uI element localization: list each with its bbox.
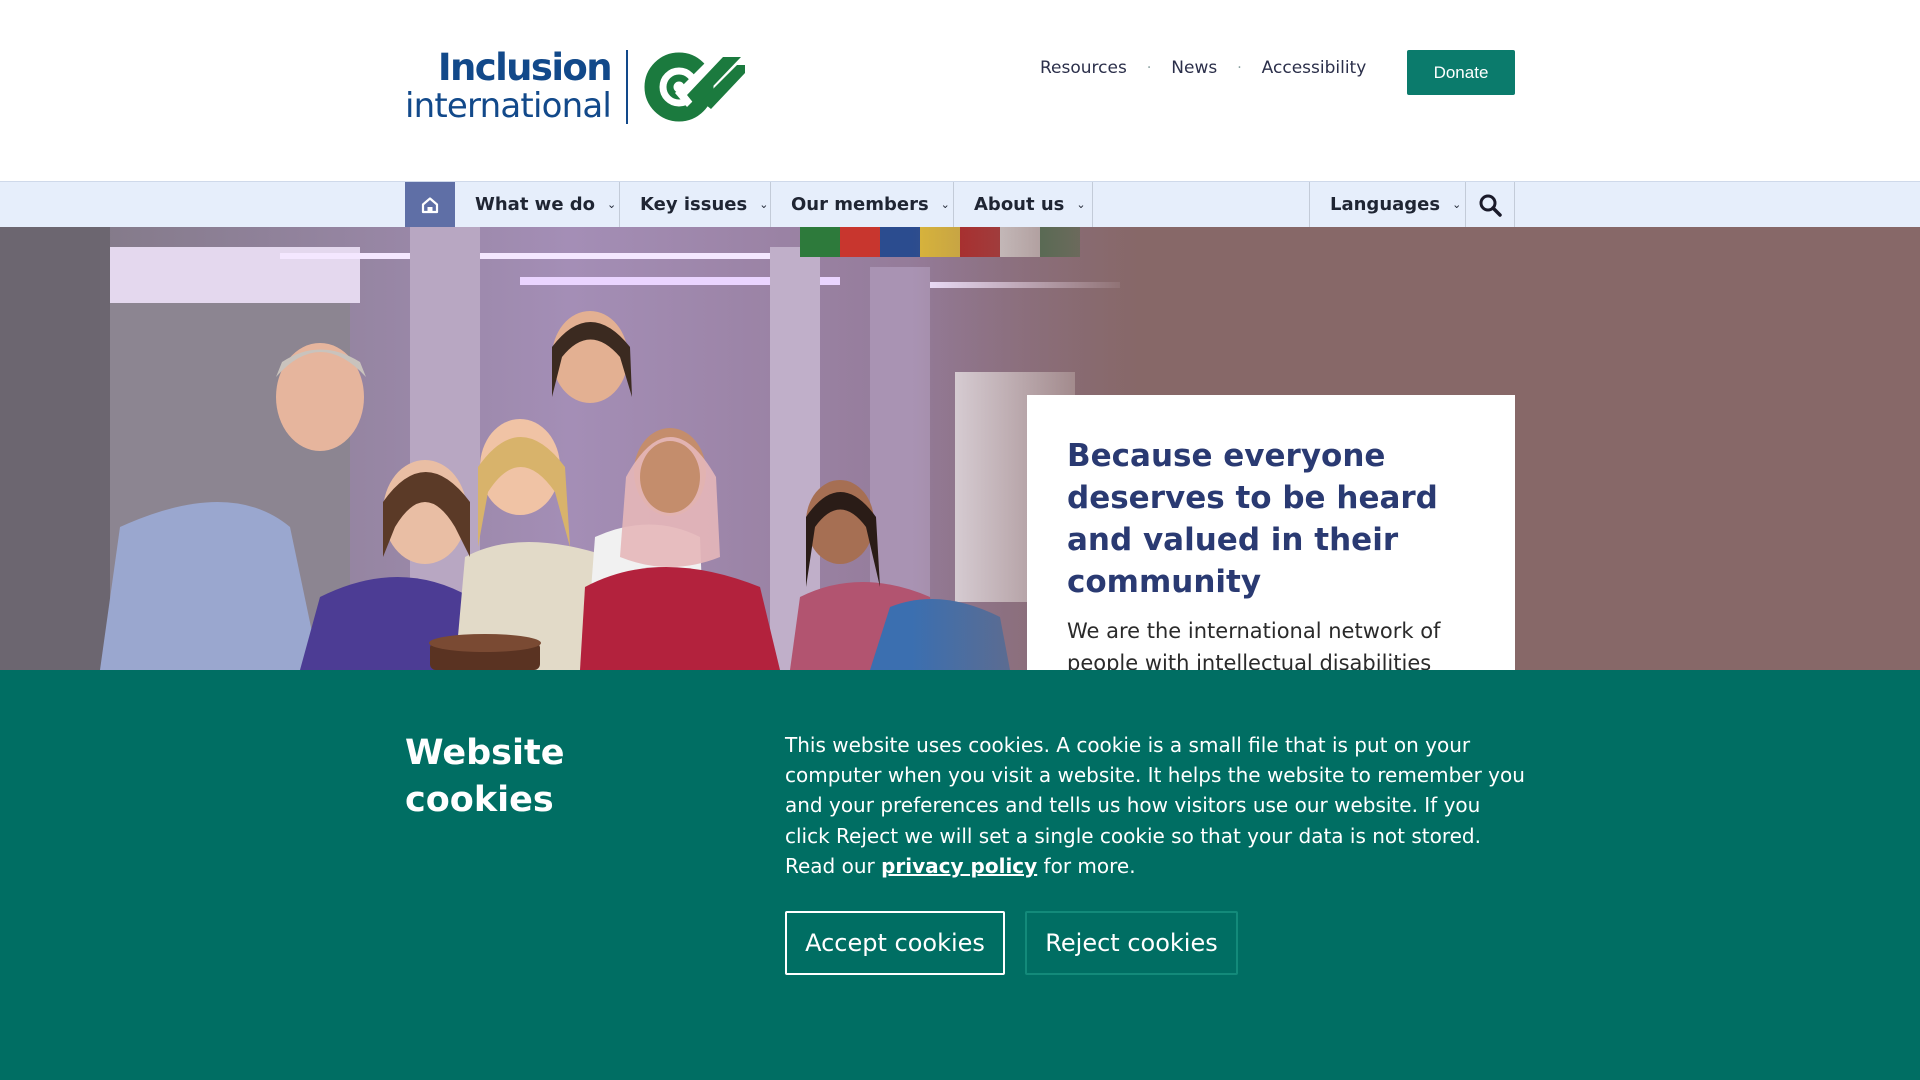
- languages-label: Languages: [1330, 194, 1441, 215]
- main-nav: What we do ⌄ Key issues ⌄ Our members ⌄ …: [0, 181, 1920, 227]
- chevron-down-icon: ⌄: [940, 198, 950, 211]
- chevron-down-icon: ⌄: [1076, 198, 1086, 211]
- nav-item-key-issues[interactable]: Key issues ⌄: [620, 182, 771, 227]
- accept-cookies-button[interactable]: Accept cookies: [785, 911, 1005, 975]
- logo-wordmark-line2: international: [405, 86, 612, 126]
- hero-photo-illustration: [0, 227, 1140, 670]
- reject-cookies-button[interactable]: Reject cookies: [1025, 911, 1238, 975]
- cookie-banner-title: Website cookies: [405, 733, 565, 820]
- chevron-down-icon: ⌄: [607, 198, 617, 211]
- hero-intro-text: We are the international network of peop…: [1067, 619, 1441, 670]
- nav-item-our-members[interactable]: Our members ⌄: [771, 182, 954, 227]
- hero-heading: Because everyone deserves to be heard an…: [1067, 438, 1438, 600]
- nav-item-label: What we do: [475, 194, 596, 215]
- logo-divider: [626, 50, 628, 124]
- nav-item-what-we-do[interactable]: What we do ⌄: [455, 182, 620, 227]
- cookie-actions: Accept cookies Reject cookies: [785, 911, 1238, 975]
- search-icon: [1479, 194, 1502, 217]
- cookie-banner-text: This website uses cookies. A cookie is a…: [785, 730, 1525, 881]
- languages-menu[interactable]: Languages ⌄: [1309, 182, 1466, 227]
- chevron-down-icon: ⌄: [1452, 198, 1462, 211]
- hero-card: Because everyone deserves to be heard an…: [1027, 395, 1515, 670]
- utility-link-resources[interactable]: Resources: [1040, 58, 1127, 78]
- site-header: Inclusion international Resources · News…: [0, 0, 1920, 181]
- nav-item-about-us[interactable]: About us ⌄: [954, 182, 1093, 227]
- home-icon: [421, 196, 439, 213]
- utility-link-news[interactable]: News: [1171, 58, 1217, 78]
- utility-separator: ·: [1146, 60, 1152, 76]
- cookie-banner: Website cookies This website uses cookie…: [0, 670, 1920, 1080]
- hero-section: Because everyone deserves to be heard an…: [0, 227, 1920, 670]
- logo-mark-icon: [644, 51, 745, 122]
- nav-item-label: About us: [974, 194, 1065, 215]
- logo-wordmark-line1: Inclusion: [437, 46, 613, 89]
- hero-photo: [0, 227, 1140, 670]
- nav-item-label: Key issues: [640, 194, 748, 215]
- utility-link-accessibility[interactable]: Accessibility: [1262, 58, 1367, 78]
- donate-button[interactable]: Donate: [1407, 50, 1515, 95]
- cookie-text-after: for more.: [1037, 853, 1136, 878]
- utility-nav: Resources · News · Accessibility: [1040, 58, 1366, 78]
- site-logo[interactable]: Inclusion international: [405, 48, 745, 126]
- utility-separator: ·: [1237, 60, 1242, 76]
- chevron-down-icon: ⌄: [759, 198, 769, 211]
- search-button[interactable]: [1466, 182, 1515, 227]
- home-button[interactable]: [405, 182, 455, 227]
- nav-item-label: Our members: [791, 194, 929, 215]
- privacy-policy-link[interactable]: privacy policy: [881, 854, 1037, 878]
